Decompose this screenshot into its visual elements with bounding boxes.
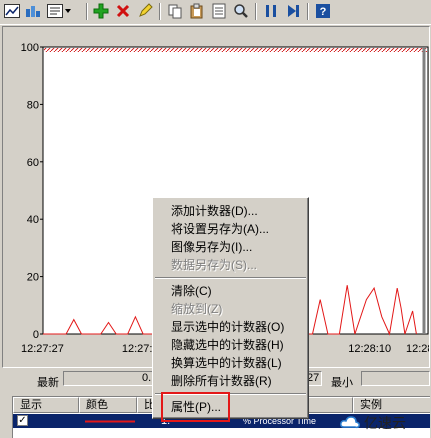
view-report-icon[interactable] (46, 2, 64, 20)
y-tick-label: 80 (27, 99, 39, 111)
menu-separator (155, 277, 306, 279)
highlight-annotation (161, 392, 230, 422)
highlight-icon[interactable] (136, 2, 154, 20)
menu-item-5[interactable]: 清除(C) (155, 282, 306, 300)
help-icon[interactable]: ? (314, 2, 332, 20)
latest-label: 最新 (37, 377, 59, 389)
menu-item-0[interactable]: 添加计数器(D)... (155, 202, 306, 220)
view-graph-icon[interactable] (3, 2, 21, 20)
column-color[interactable]: 颜色 (79, 397, 137, 413)
column-show[interactable]: 显示 (13, 397, 79, 413)
menu-item-1[interactable]: 将设置另存为(A)... (155, 220, 306, 238)
menu-item-3: 数据另存为(S)... (171, 258, 257, 272)
freeze-icon[interactable] (262, 2, 280, 20)
menu-item-8[interactable]: 隐藏选中的计数器(H) (155, 336, 306, 354)
latest-value: 0. (63, 371, 158, 386)
x-tick-label: 12:28: (406, 343, 429, 355)
x-tick-label: 12:27: (122, 343, 153, 355)
cloud-logo-icon (340, 416, 360, 429)
paste-icon[interactable] (188, 2, 206, 20)
delete-counter-icon[interactable] (114, 2, 132, 20)
add-counter-icon[interactable] (92, 2, 110, 20)
toolbar: ? (0, 0, 431, 25)
y-tick-label: 20 (27, 272, 39, 284)
x-tick-label: 12:27:27 (21, 343, 64, 355)
menu-item-10[interactable]: 删除所有计数器(R) (155, 372, 306, 390)
svg-text:?: ? (320, 6, 327, 18)
x-tick-label: 12:28:10 (348, 343, 391, 355)
view-histogram-icon[interactable] (24, 2, 42, 20)
watermark: 亿速云 (340, 411, 430, 435)
y-tick-label: 0 (33, 329, 39, 341)
menu-item-7[interactable]: 显示选中的计数器(O) (155, 318, 306, 336)
zoom-icon[interactable] (232, 2, 250, 20)
min-label: 最小 (331, 377, 353, 389)
copy-icon[interactable] (166, 2, 184, 20)
y-tick-label: 40 (27, 214, 39, 226)
menu-item-9[interactable]: 换算选中的计数器(L) (155, 354, 306, 372)
watermark-text: 亿速云 (364, 415, 406, 431)
dropdown-icon[interactable] (63, 2, 73, 20)
y-tick-label: 60 (27, 157, 39, 169)
y-tick-label: 100 (21, 42, 39, 54)
row-checkbox[interactable]: ✓ (17, 415, 28, 426)
min-value (361, 371, 430, 386)
hatched-limit-band (44, 48, 427, 52)
update-icon[interactable] (284, 2, 302, 20)
color-swatch (85, 420, 135, 423)
menu-item-2[interactable]: 图像另存为(I)... (155, 238, 306, 256)
context-menu: 添加计数器(D)... 将设置另存为(A)... 图像另存为(I)... 数据另存为(… (152, 197, 309, 419)
properties-icon[interactable] (210, 2, 228, 20)
menu-item-6: 缩放到(Z) (171, 302, 223, 316)
